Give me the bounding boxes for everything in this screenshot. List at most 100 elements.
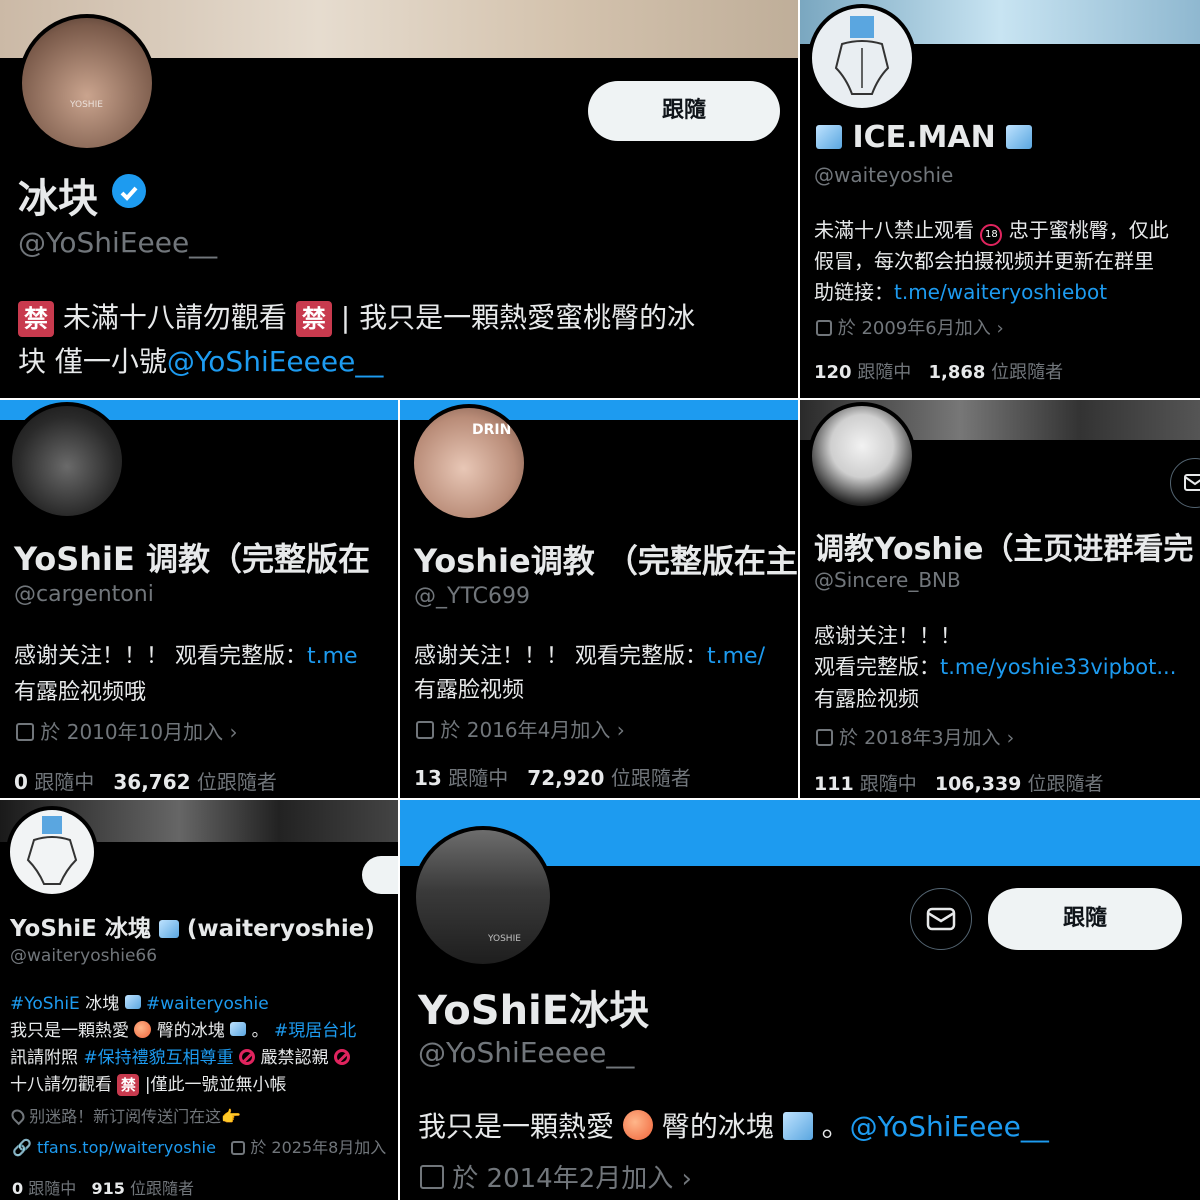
ice-cube-emoji (1006, 125, 1033, 149)
mention-link[interactable]: @YoShiEeeee__ (167, 345, 383, 378)
follow-button-partial[interactable] (362, 856, 398, 894)
follow-button[interactable]: 跟隨 (588, 81, 780, 141)
avatar-watermark: YOSHIE (488, 934, 521, 944)
profile-avatar[interactable] (808, 4, 916, 112)
follow-stats: 0 跟隨中 915 位跟隨者 (12, 1179, 195, 1198)
hashtag-link[interactable]: #現居台北 (274, 1021, 356, 1041)
handle: @cargentoni (14, 582, 154, 607)
profile-avatar[interactable]: DRIN (410, 404, 528, 522)
followers-count[interactable]: 106,339 (935, 773, 1022, 795)
display-name: ICE.MAN (816, 120, 1033, 155)
calendar-icon (416, 721, 434, 739)
location-icon (8, 1106, 28, 1126)
joined-date: 於 2018年3月加入 › (816, 723, 1014, 750)
follow-stats: 111 跟隨中 106,339 位跟隨者 (814, 773, 1104, 795)
under-18-emoji: 18 (980, 224, 1003, 246)
profile-panel-7: YOSHIE 跟隨 YoShiE冰块 @YoShiEeeee__ 我只是一顆熱愛… (400, 800, 1200, 1200)
message-button[interactable] (910, 888, 972, 950)
divider (798, 0, 800, 400)
bio-line-3: 訊請附照 #保持禮貌互相尊重 嚴禁認親 (10, 1043, 350, 1068)
followers-count[interactable]: 915 (92, 1179, 125, 1198)
bio-line-1: 感谢关注！！！ (814, 624, 961, 648)
bio-line-3: 有露脸视频 (814, 687, 919, 711)
followers-count[interactable]: 1,868 (928, 362, 985, 383)
prohibited-emoji (239, 1049, 256, 1065)
divider (398, 400, 400, 1200)
mail-icon (1184, 474, 1200, 491)
joined-date: 於 2010年10月加入 › (16, 716, 237, 745)
bio-line-1: 未滿十八禁止观看 18 忠于蜜桃臀，仅此 (814, 214, 1169, 246)
bio-line-2: 块 僅一小號@YoShiEeeee__ (18, 345, 384, 378)
handle: @Sincere_BNB (814, 568, 961, 592)
following-count[interactable]: 0 (12, 1179, 23, 1198)
mail-icon (926, 907, 956, 931)
display-name: YoShiE冰块 (418, 988, 650, 1034)
hashtag-link[interactable]: #保持禮貌互相尊重 (83, 1048, 233, 1068)
peach-emoji (134, 1021, 152, 1038)
telegram-link[interactable]: t.me (307, 644, 358, 669)
display-name: YoShiE 调教（完整版在 (14, 540, 371, 578)
divider (0, 398, 1200, 400)
mention-link[interactable]: @YoShiEeee__ (850, 1110, 1049, 1143)
ice-cube-emoji (782, 1112, 813, 1140)
following-count[interactable]: 0 (14, 770, 28, 794)
display-name: 调教Yoshie（主页进群看完 (814, 532, 1194, 567)
avatar-watermark: YOSHIE (70, 100, 103, 110)
bio-line-1: 感谢关注！！！ 观看完整版：t.me/ (414, 644, 765, 669)
joined-date: 於 2009年6月加入 › (816, 314, 1004, 340)
profile-avatar[interactable] (8, 402, 126, 520)
profile-panel-2: ICE.MAN @waiteyoshie 未滿十八禁止观看 18 忠于蜜桃臀，仅… (800, 0, 1200, 398)
divider (798, 400, 800, 800)
chevron-right-icon: › (681, 1164, 692, 1194)
handle: @waiteryoshie66 (10, 946, 158, 966)
hashtag-link[interactable]: #YoShiE (10, 994, 80, 1014)
followers-count[interactable]: 72,920 (527, 766, 604, 790)
ice-cube-emoji (230, 1022, 247, 1036)
bio-line-1: 感谢关注！！！ 观看完整版：t.me (14, 644, 358, 669)
telegram-link[interactable]: t.me/ (707, 644, 765, 669)
divider (0, 798, 1200, 800)
chevron-right-icon: › (229, 720, 238, 744)
link-icon: 🔗 (12, 1138, 32, 1157)
chevron-right-icon: › (996, 318, 1004, 339)
profile-avatar[interactable]: YOSHIE (18, 14, 156, 152)
prohibited-glyph-icon: 禁 (295, 301, 332, 337)
handle: @YoShiEeeee__ (418, 1036, 635, 1069)
display-name: Yoshie调教 （完整版在主 (414, 542, 798, 580)
display-name: YoShiE 冰塊 (waiteryoshie) (10, 916, 375, 942)
website-link[interactable]: tfans.top/waiteryoshie (37, 1138, 216, 1157)
handle: @YoShiEeee__ (18, 226, 218, 259)
calendar-icon (16, 723, 34, 741)
hashtag-link[interactable]: #waiteryoshie (146, 994, 269, 1014)
bio-line-2: 有露脸视频 (414, 678, 525, 703)
following-count[interactable]: 120 (814, 362, 852, 383)
ice-cube-emoji (124, 995, 141, 1009)
profile-avatar[interactable] (6, 806, 98, 898)
joined-date: 於 2016年4月加入 › (416, 714, 625, 743)
ice-cube-emoji (816, 125, 842, 149)
message-button[interactable] (1170, 458, 1200, 508)
website-and-joined: 🔗 tfans.top/waiteryoshie 於 2025年8月加入 (12, 1138, 387, 1157)
joined-date: 於 2014年2月加入 › (420, 1158, 692, 1195)
bio-line-1: 禁 未滿十八請勿觀看 禁 | 我只是一顆熱愛蜜桃臀的冰 (18, 296, 695, 337)
telegram-link[interactable]: t.me/yoshie33vipbot... (940, 655, 1176, 679)
profile-avatar[interactable]: YOSHIE (412, 826, 554, 968)
chevron-right-icon: › (1006, 727, 1015, 749)
following-count[interactable]: 111 (814, 773, 854, 795)
profile-avatar[interactable] (808, 402, 916, 510)
follow-stats: 120 跟隨中 1,868 位跟隨者 (814, 362, 1064, 383)
prohibited-glyph-icon: 禁 (18, 301, 54, 337)
location: 别迷路！新订阅传送门在这👉 (8, 1103, 241, 1127)
telegram-link[interactable]: t.me/waiteryoshiebot (894, 280, 1107, 304)
calendar-icon (816, 320, 832, 336)
followers-count[interactable]: 36,762 (113, 770, 190, 794)
bio-line-2: 我只是一顆熱愛 臀的冰塊 。 #現居台北 (10, 1021, 357, 1041)
follow-stats: 0 跟隨中 36,762 位跟隨者 (14, 770, 277, 794)
calendar-icon (816, 729, 833, 746)
following-count[interactable]: 13 (414, 766, 442, 790)
follow-button[interactable]: 跟隨 (988, 888, 1182, 950)
ice-cube-emoji (158, 920, 179, 938)
calendar-icon (420, 1165, 444, 1189)
prohibited-emoji (333, 1049, 350, 1065)
profile-panel-1: YOSHIE 跟隨 冰块 @YoShiEeee__ 禁 未滿十八請勿觀看 禁 |… (0, 0, 798, 398)
